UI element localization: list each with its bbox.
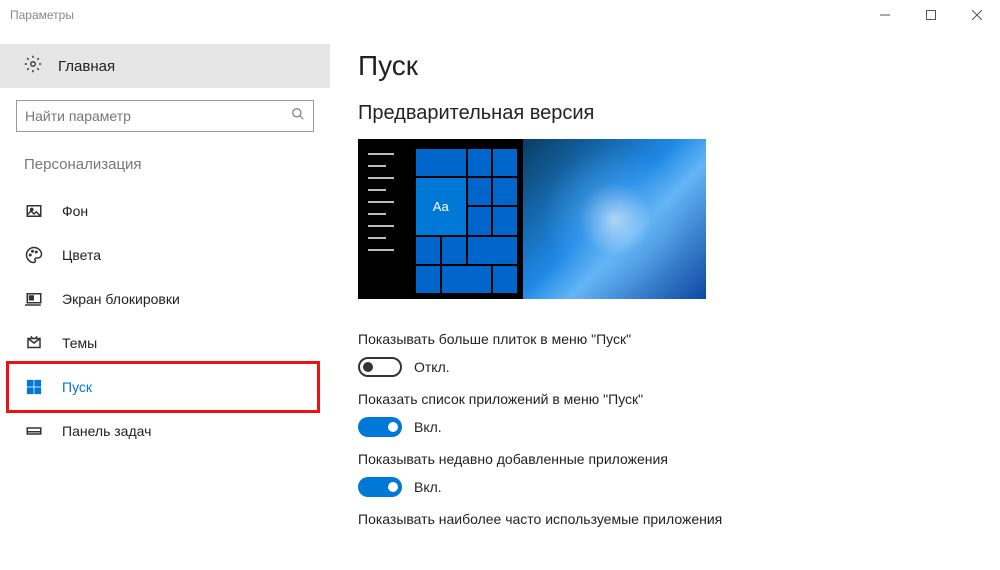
page-title: Пуск bbox=[358, 50, 970, 82]
close-icon bbox=[972, 10, 982, 20]
setting-label: Показывать недавно добавленные приложени… bbox=[358, 451, 970, 467]
maximize-icon bbox=[926, 10, 936, 20]
preview-heading: Предварительная версия bbox=[358, 102, 970, 125]
minimize-icon bbox=[880, 10, 890, 20]
sidebar-item-label: Темы bbox=[62, 335, 97, 351]
taskbar-icon bbox=[24, 421, 44, 441]
toggle-app-list[interactable] bbox=[358, 417, 402, 437]
gear-icon bbox=[24, 55, 42, 78]
preview-tile-aa: Aa bbox=[416, 178, 466, 234]
start-preview: Aa bbox=[358, 139, 706, 299]
sidebar-item-label: Пуск bbox=[62, 379, 92, 395]
sidebar-item-start[interactable]: Пуск bbox=[0, 365, 330, 409]
setting-app-list: Показать список приложений в меню "Пуск"… bbox=[358, 391, 970, 437]
search-icon bbox=[291, 107, 305, 126]
search-field[interactable] bbox=[25, 108, 291, 124]
setting-label: Показывать больше плиток в меню "Пуск" bbox=[358, 331, 970, 347]
minimize-button[interactable] bbox=[862, 0, 908, 30]
setting-more-tiles: Показывать больше плиток в меню "Пуск" О… bbox=[358, 331, 970, 377]
preview-desktop bbox=[523, 139, 706, 299]
setting-recent-apps: Показывать недавно добавленные приложени… bbox=[358, 451, 970, 497]
setting-label: Показывать наиболее часто используемые п… bbox=[358, 511, 970, 527]
window-title: Параметры bbox=[10, 8, 74, 22]
window-controls bbox=[862, 0, 1000, 30]
home-button[interactable]: Главная bbox=[0, 44, 330, 88]
lockscreen-icon bbox=[24, 289, 44, 309]
highlight-annotation bbox=[6, 361, 320, 413]
home-label: Главная bbox=[58, 58, 115, 75]
palette-icon bbox=[24, 245, 44, 265]
preview-start-menu: Aa bbox=[358, 139, 523, 299]
titlebar: Параметры bbox=[0, 0, 1000, 30]
maximize-button[interactable] bbox=[908, 0, 954, 30]
sidebar-item-taskbar[interactable]: Панель задач bbox=[0, 409, 330, 453]
sidebar: Главная Персонализация Фон Цвета bbox=[0, 30, 330, 570]
setting-label: Показать список приложений в меню "Пуск" bbox=[358, 391, 970, 407]
start-icon bbox=[24, 377, 44, 397]
picture-icon bbox=[24, 201, 44, 221]
sidebar-item-themes[interactable]: Темы bbox=[0, 321, 330, 365]
sidebar-item-label: Панель задач bbox=[62, 423, 151, 439]
setting-most-used: Показывать наиболее часто используемые п… bbox=[358, 511, 970, 527]
sidebar-item-lockscreen[interactable]: Экран блокировки bbox=[0, 277, 330, 321]
sidebar-item-colors[interactable]: Цвета bbox=[0, 233, 330, 277]
sidebar-item-label: Цвета bbox=[62, 247, 101, 263]
search-input[interactable] bbox=[16, 100, 314, 132]
sidebar-item-label: Экран блокировки bbox=[62, 291, 180, 307]
section-header: Персонализация bbox=[0, 150, 330, 189]
main-panel: Пуск Предварительная версия Aa Показыват… bbox=[330, 30, 1000, 570]
toggle-state: Откл. bbox=[414, 359, 450, 375]
sidebar-item-background[interactable]: Фон bbox=[0, 189, 330, 233]
toggle-state: Вкл. bbox=[414, 479, 442, 495]
sidebar-item-label: Фон bbox=[62, 203, 88, 219]
toggle-more-tiles[interactable] bbox=[358, 357, 402, 377]
toggle-recent-apps[interactable] bbox=[358, 477, 402, 497]
themes-icon bbox=[24, 333, 44, 353]
toggle-state: Вкл. bbox=[414, 419, 442, 435]
close-button[interactable] bbox=[954, 0, 1000, 30]
